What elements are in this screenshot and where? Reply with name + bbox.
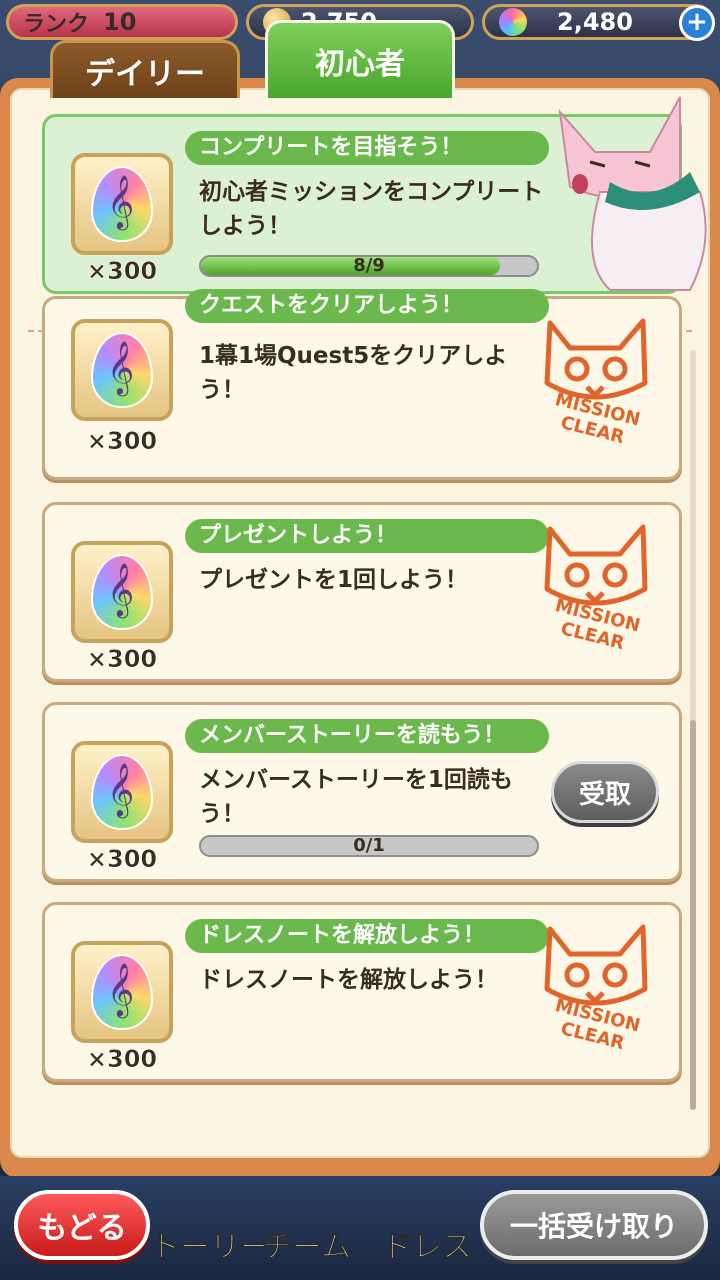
reward-box [71,941,173,1043]
receive-button[interactable]: 受取 [551,761,659,823]
mission-clear-stamp: MISSION CLEAR [525,303,665,453]
reward-count: ×300 [86,1045,158,1074]
reward-count: ×300 [86,257,158,286]
rank-display: ランク 10 [6,4,238,40]
mission-card-story: ×300 メンバーストーリーを読もう！ メンバーストーリーを1回読もう！ 0/1… [42,702,682,882]
progress-text: 0/1 [353,835,385,856]
mission-description: ドレスノートを解放しよう！ [199,967,498,993]
music-gem-icon [91,166,153,242]
reward-box [71,319,173,421]
mission-description: プレゼントを1回しよう！ [199,567,469,593]
nav-team[interactable]: チーム [261,1222,351,1266]
mission-clear-stamp: MISSION CLEAR [525,509,665,659]
mission-card-present: ×300 プレゼントしよう！ プレゼントを1回しよう！ MISSION CLEA… [42,502,682,682]
back-button[interactable]: もどる [14,1190,150,1260]
cat-mascot [558,96,707,291]
progress-text: 8/9 [353,255,385,276]
music-gem-icon [91,754,153,830]
gem-display: 2,480 + [482,4,715,41]
music-gem-icon [91,954,153,1030]
mission-title: プレゼントしよう！ [185,519,549,553]
plus-icon[interactable]: + [679,5,715,41]
gem-value: 2,480 [557,8,633,36]
music-gem-icon [91,332,153,408]
reward-count: ×300 [86,645,158,674]
bulk-receive-button[interactable]: 一括受け取り [480,1190,708,1260]
rank-label: ランク [23,12,90,37]
rank-value: 10 [103,8,137,36]
music-gem-icon [91,554,153,630]
mission-card-dress: ×300 ドレスノートを解放しよう！ ドレスノートを解放しよう！ MISSION… [42,902,682,1082]
mission-description: 1幕1場Quest5をクリアしよう！ [199,343,508,403]
reward-count: ×300 [86,427,158,456]
mission-card-quest: クエストをクリアしよう！ ×300 1幕1場Quest5をクリアしよう！ MIS… [42,289,682,480]
mission-progress-bar: 0/1 [199,835,539,857]
gem-icon [499,8,527,36]
mission-title: メンバーストーリーを読もう！ [185,719,549,753]
reward-box [71,541,173,643]
mission-title: クエストをクリアしよう！ [185,289,549,323]
mission-description: 初心者ミッションをコンプリートしよう！ [199,179,544,239]
mission-clear-stamp: MISSION CLEAR [525,909,665,1059]
tab-beginner[interactable]: 初心者 [265,20,455,98]
scrollbar-thumb[interactable] [690,720,696,1110]
mission-progress-bar: 8/9 [199,255,539,277]
mission-title: コンプリートを目指そう！ [185,131,549,165]
nav-dress[interactable]: ドレス [382,1222,473,1266]
mission-title: ドレスノートを解放しよう！ [185,919,549,953]
reward-box [71,741,173,843]
mission-description: メンバーストーリーを1回読もう！ [199,767,513,827]
reward-box [71,153,173,255]
reward-count: ×300 [86,845,158,874]
nav-story[interactable]: トーリー [150,1222,271,1266]
tab-daily[interactable]: デイリー [50,40,240,98]
